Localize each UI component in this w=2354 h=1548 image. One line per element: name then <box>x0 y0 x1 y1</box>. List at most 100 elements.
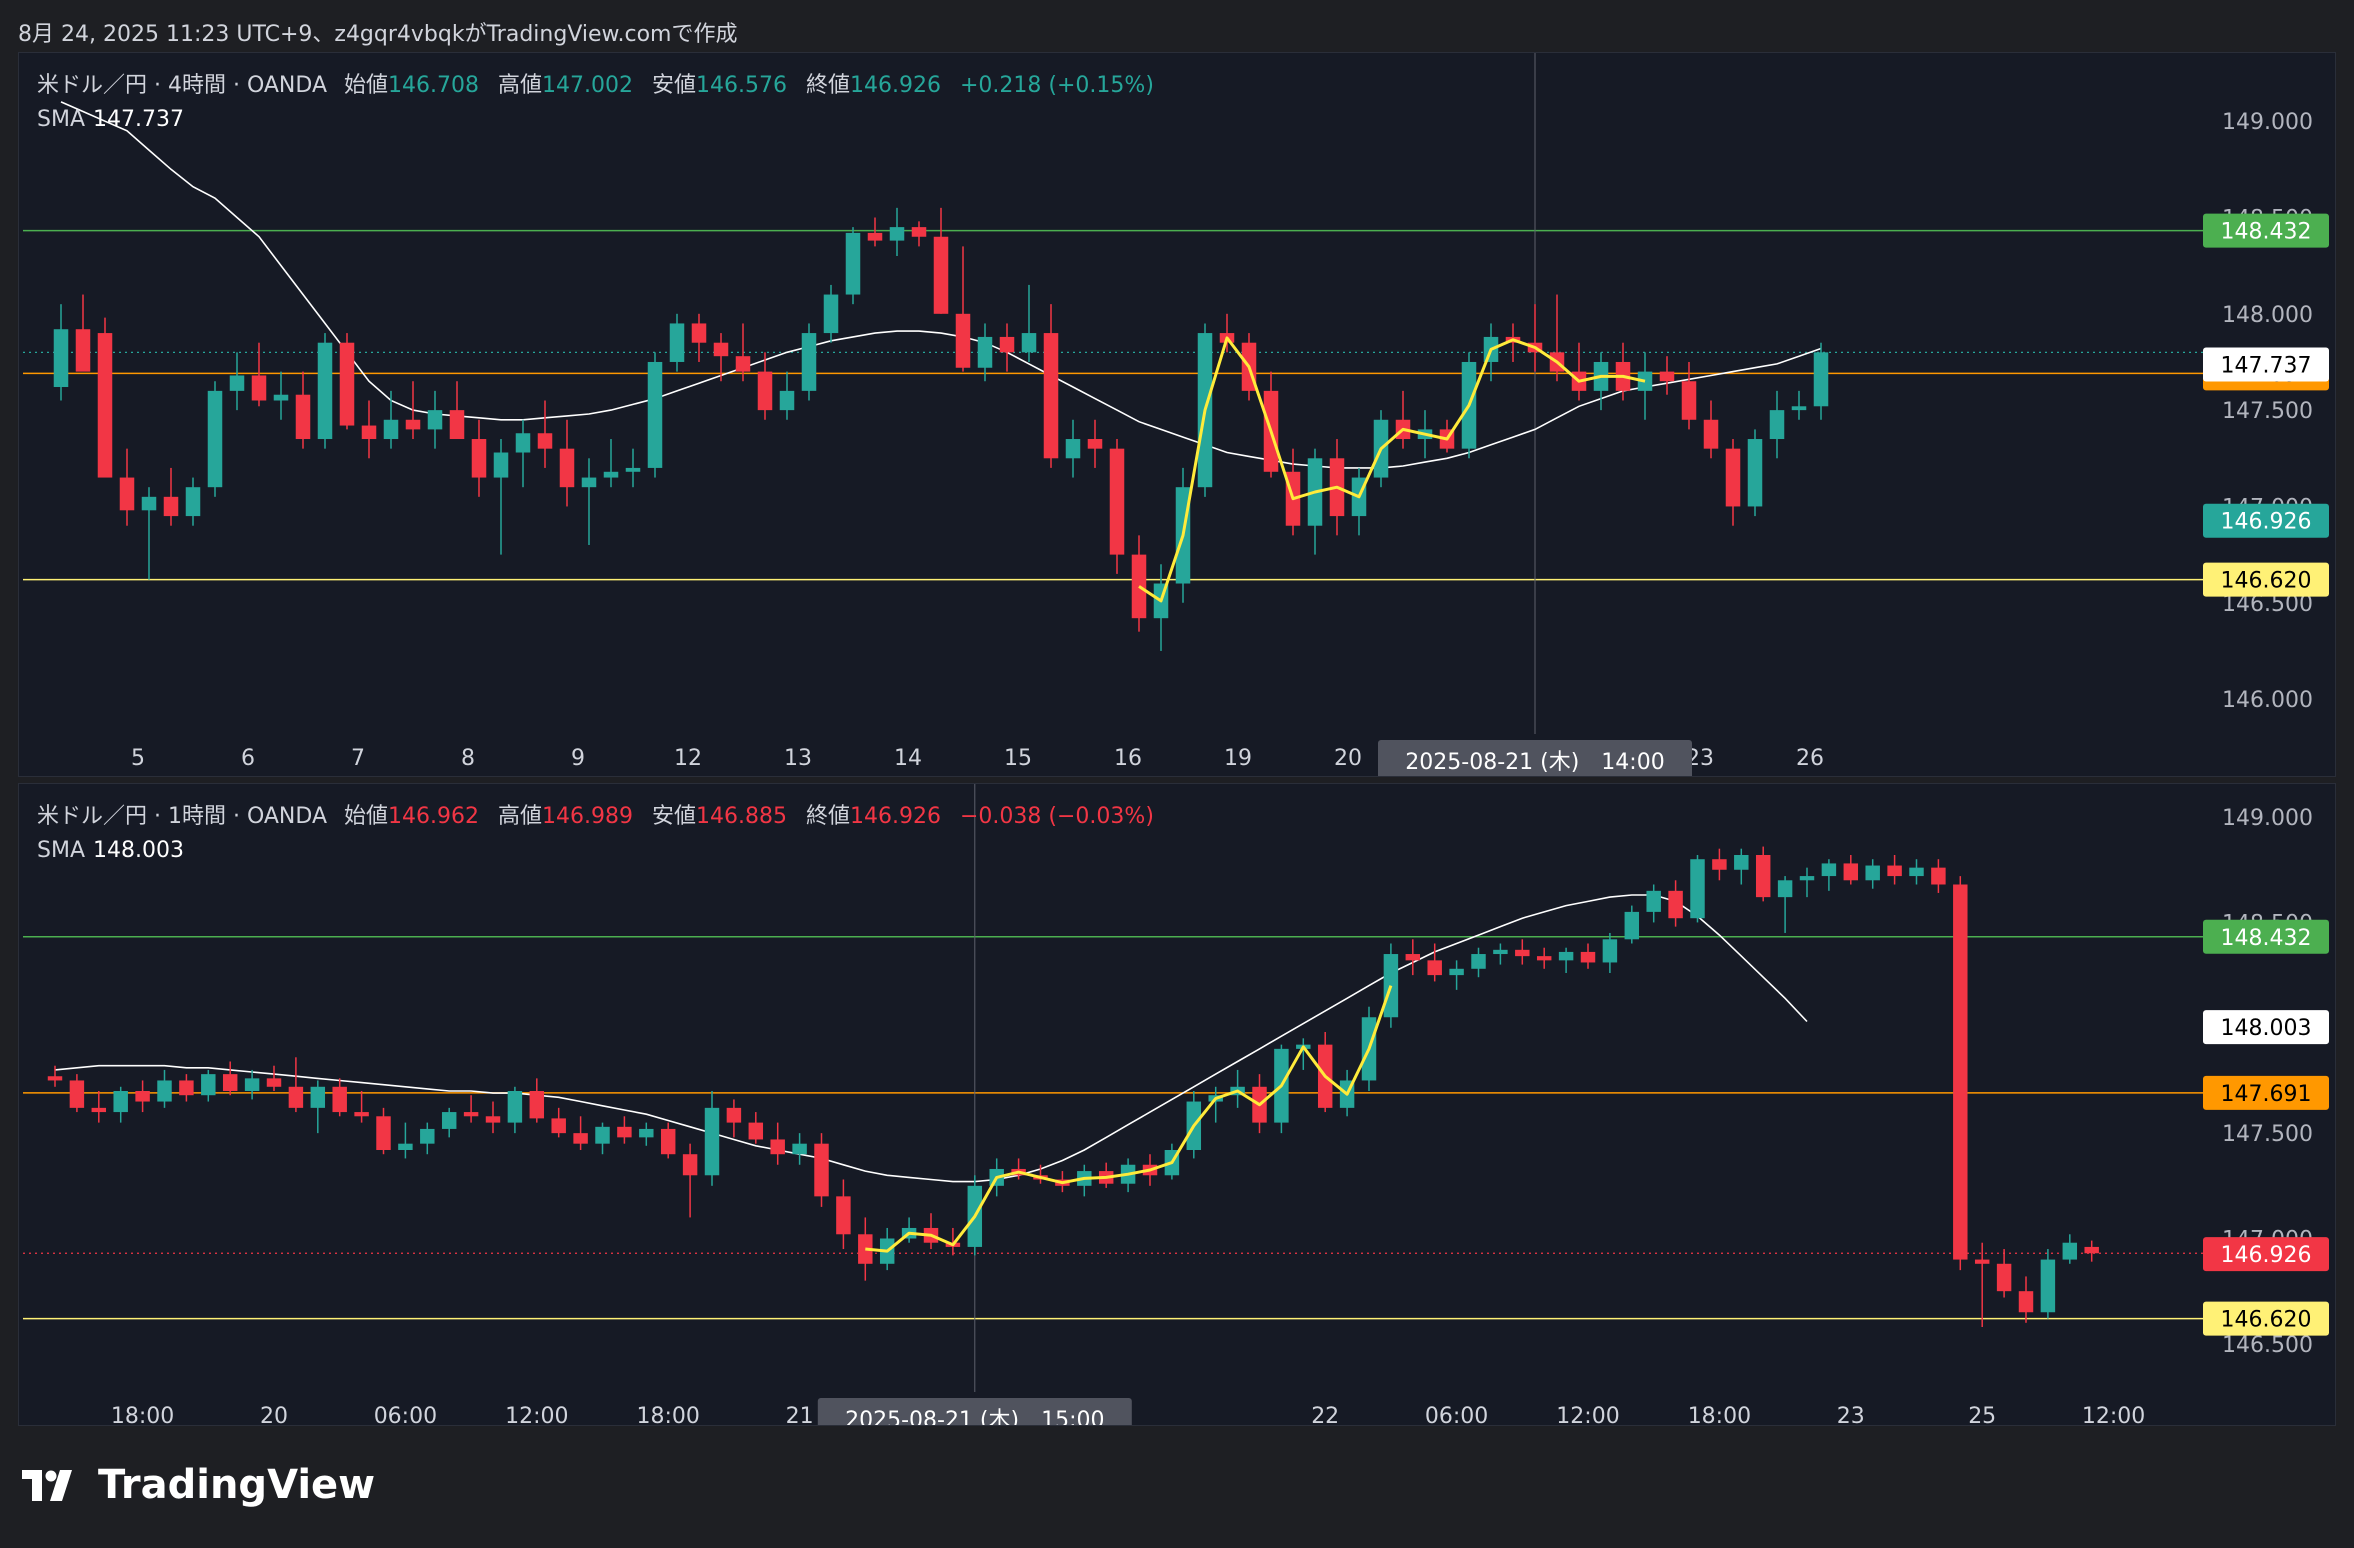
x-tick-label: 12:00 <box>2082 1404 2145 1425</box>
tradingview-brand[interactable]: TradingView <box>22 1462 375 1508</box>
candle-body <box>1887 865 1902 877</box>
candle-body <box>1909 867 1924 877</box>
candle-body <box>726 1107 742 1123</box>
legend-1h: 米ドル／円 · 1時間 · OANDA 始値146.962 高値146.989 … <box>37 800 1166 868</box>
x-tick-label: 21 <box>786 1404 814 1425</box>
candle-body <box>1109 448 1125 555</box>
low-value: 146.576 <box>696 73 787 98</box>
candle-body <box>405 419 421 430</box>
candle-body <box>889 227 905 241</box>
symbol-label[interactable]: 米ドル／円 · 4時間 · OANDA <box>37 73 327 98</box>
candle-body <box>485 1116 501 1123</box>
x-tick-label: 26 <box>1796 746 1824 771</box>
candle-body <box>625 467 641 472</box>
candle-body <box>398 1143 413 1150</box>
candle-body <box>911 227 927 237</box>
candle-body <box>251 375 267 401</box>
tradingview-logo-icon <box>22 1470 72 1501</box>
high-value: 146.989 <box>542 804 633 829</box>
candle-body <box>222 1074 238 1091</box>
candle-body <box>867 232 883 241</box>
candle-body <box>792 1143 807 1155</box>
candle[interactable] <box>1690 855 1705 923</box>
crosshair-date-label: 2025-08-21 (木) 15:00 <box>845 1408 1104 1425</box>
candle-body <box>339 342 355 426</box>
candle[interactable] <box>1953 876 1968 1271</box>
candle-body <box>1087 439 1103 449</box>
level-price-badge-text: 148.432 <box>2221 926 2312 951</box>
close-label: 終値 <box>806 804 851 829</box>
candle-body <box>376 1116 391 1150</box>
candle[interactable] <box>647 352 663 478</box>
x-tick-label: 25 <box>1968 1404 1996 1425</box>
candle-body <box>295 394 311 440</box>
candle-body <box>573 1133 588 1144</box>
indicator-value: 147.737 <box>93 107 184 132</box>
candle-body <box>441 1112 457 1129</box>
x-tick-label: 18:00 <box>1688 1404 1751 1425</box>
candle-body <box>1725 448 1741 507</box>
y-tick-label: 148.000 <box>2222 303 2313 328</box>
candle-body <box>1427 960 1442 976</box>
candle[interactable] <box>814 1133 829 1207</box>
candle-body <box>310 1086 326 1108</box>
candle-body <box>1659 371 1675 382</box>
level-price-badge-text: 148.432 <box>2221 220 2312 245</box>
candle-body <box>1405 954 1421 961</box>
chart-canvas-1h[interactable]: 149.000148.500148.000147.500147.000146.5… <box>19 784 2335 1425</box>
candle-body <box>682 1154 698 1176</box>
open-value: 146.962 <box>388 804 479 829</box>
candle-body <box>603 471 619 478</box>
high-value: 147.002 <box>542 73 633 98</box>
candle-body <box>1624 911 1640 940</box>
candle-body <box>141 496 157 511</box>
candle-body <box>1471 954 1486 969</box>
candle-body <box>748 1122 764 1140</box>
candle[interactable] <box>97 317 113 478</box>
candle-body <box>1515 949 1530 957</box>
candle[interactable] <box>339 333 355 430</box>
x-tick-label: 06:00 <box>374 1404 437 1425</box>
x-tick-label: 13 <box>784 746 812 771</box>
candle-body <box>332 1086 347 1113</box>
indicator-name[interactable]: SMA <box>37 838 85 863</box>
y-tick-label: 149.000 <box>2222 806 2313 831</box>
candle[interactable] <box>1109 439 1125 574</box>
candle-body <box>201 1074 216 1096</box>
plot-background <box>19 53 2335 776</box>
candle[interactable] <box>207 381 223 497</box>
x-tick-label: 20 <box>1334 746 1362 771</box>
candle-body <box>1799 876 1815 881</box>
chart-panel-1h[interactable]: 149.000148.500148.000147.500147.000146.5… <box>18 783 2336 1426</box>
close-label: 終値 <box>806 73 851 98</box>
candle-body <box>163 496 179 517</box>
open-value: 146.708 <box>388 73 479 98</box>
candle-body <box>1734 855 1749 870</box>
candle-body <box>1777 880 1793 898</box>
candle[interactable] <box>1747 429 1763 517</box>
candle-body <box>273 394 289 401</box>
candle-body <box>770 1139 785 1155</box>
high-label: 高値 <box>498 804 543 829</box>
candle[interactable] <box>845 227 861 305</box>
price-tag-badge-text: 148.003 <box>2221 1016 2312 1041</box>
indicator-name[interactable]: SMA <box>37 107 85 132</box>
level-price-badge-text: 146.620 <box>2221 569 2312 594</box>
candle[interactable] <box>317 333 333 449</box>
candle-body <box>537 433 553 449</box>
candle-body <box>288 1086 304 1108</box>
chart-panel-4h[interactable]: 149.000148.500148.000147.500147.000146.5… <box>18 52 2336 777</box>
y-tick-label: 146.000 <box>2222 688 2313 713</box>
x-tick-label: 22 <box>1311 1404 1339 1425</box>
chart-canvas-4h[interactable]: 149.000148.500148.000147.500147.000146.5… <box>19 53 2335 776</box>
candle-body <box>999 336 1015 353</box>
brand-name: TradingView <box>98 1462 376 1508</box>
candle-body <box>47 1076 63 1081</box>
price-tag-badge-text: 147.737 <box>2221 353 2312 378</box>
candle-body <box>1646 890 1661 912</box>
candle[interactable] <box>801 323 817 401</box>
indicator-value: 148.003 <box>93 838 184 863</box>
symbol-label[interactable]: 米ドル／円 · 1時間 · OANDA <box>37 804 327 829</box>
candle-body <box>779 390 795 411</box>
candle-body <box>157 1080 172 1102</box>
